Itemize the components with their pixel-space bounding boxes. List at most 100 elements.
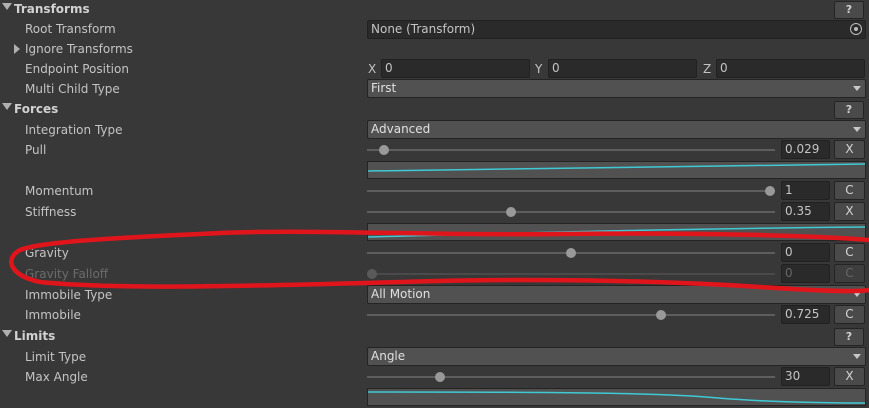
pull-label: Pull	[25, 143, 47, 157]
immobile-row: Immobile 0.725 C	[0, 305, 869, 325]
pull-curve-graph	[368, 163, 865, 172]
multi-child-type-dropdown[interactable]: First	[367, 79, 866, 98]
root-transform-field[interactable]: None (Transform)	[367, 20, 866, 39]
max-angle-slider-thumb[interactable]	[434, 372, 445, 382]
transforms-title: Transforms	[14, 2, 90, 16]
max-angle-curve-field[interactable]	[367, 388, 866, 406]
transforms-help-button[interactable]: ?	[834, 1, 864, 19]
stiffness-slider-track[interactable]	[367, 211, 775, 213]
endpoint-position-label: Endpoint Position	[25, 62, 129, 76]
pull-curve-field[interactable]	[367, 161, 866, 179]
chevron-down-icon	[853, 354, 861, 359]
momentum-value-field[interactable]: 1	[781, 181, 830, 200]
endpoint-z-field[interactable]: 0	[716, 59, 865, 78]
root-transform-label: Root Transform	[25, 22, 116, 36]
chevron-down-icon	[853, 292, 861, 297]
stiffness-curve-field[interactable]	[367, 223, 866, 241]
ignore-transforms-label: Ignore Transforms	[25, 42, 133, 56]
gravity-curve-toggle-button[interactable]: C	[834, 243, 865, 262]
stiffness-value: 0.35	[785, 204, 812, 218]
chevron-down-icon	[853, 127, 861, 132]
immobile-value: 0.725	[785, 307, 820, 321]
integration-type-dropdown[interactable]: Advanced	[367, 120, 866, 139]
y-label: Y	[535, 62, 543, 76]
gravity-row: Gravity 0 C	[0, 243, 869, 263]
max-angle-slider-track[interactable]	[367, 376, 775, 378]
immobile-curve-toggle-button[interactable]: C	[834, 305, 865, 324]
momentum-value: 1	[785, 183, 793, 197]
limit-type-row: Limit Type Angle	[0, 347, 869, 367]
gravity-value: 0	[785, 245, 793, 259]
gravity-falloff-row: Gravity Falloff 0 C	[0, 264, 869, 284]
momentum-label: Momentum	[25, 184, 94, 198]
x-label: X	[368, 62, 377, 76]
pull-slider-thumb[interactable]	[378, 145, 389, 155]
multi-child-type-value: First	[371, 81, 397, 95]
endpoint-z-value: 0	[720, 61, 728, 75]
momentum-slider-track[interactable]	[367, 190, 775, 192]
root-transform-row: Root Transform None (Transform)	[0, 19, 869, 39]
foldout-expanded-icon[interactable]	[2, 330, 12, 337]
endpoint-x-field[interactable]: 0	[381, 59, 530, 78]
forces-help-button[interactable]: ?	[834, 101, 864, 119]
pull-value: 0.029	[785, 142, 820, 156]
forces-title: Forces	[14, 102, 59, 116]
gravity-falloff-value: 0	[785, 266, 793, 280]
foldout-expanded-icon[interactable]	[2, 3, 12, 10]
stiffness-value-field[interactable]: 0.35	[781, 202, 830, 221]
endpoint-y-field[interactable]: 0	[548, 59, 697, 78]
foldout-expanded-icon[interactable]	[2, 103, 12, 110]
object-picker-icon[interactable]	[850, 23, 862, 35]
endpoint-y-value: 0	[552, 61, 560, 75]
gravity-falloff-slider-track	[367, 273, 775, 275]
transforms-header[interactable]: Transforms ?	[0, 0, 869, 20]
stiffness-curve-toggle-button[interactable]: X	[834, 202, 865, 221]
pull-slider-track[interactable]	[367, 149, 775, 151]
integration-type-label: Integration Type	[25, 123, 123, 137]
limits-help-button[interactable]: ?	[834, 328, 864, 346]
immobile-slider-thumb[interactable]	[655, 310, 666, 320]
momentum-slider-thumb[interactable]	[765, 186, 775, 196]
root-transform-value: None (Transform)	[371, 22, 476, 36]
immobile-label: Immobile	[25, 308, 81, 322]
limit-type-value: Angle	[371, 349, 406, 363]
gravity-value-field[interactable]: 0	[781, 243, 830, 262]
limit-type-dropdown[interactable]: Angle	[367, 347, 866, 366]
pull-curve-toggle-button[interactable]: X	[834, 140, 865, 159]
stiffness-curve-graph	[368, 226, 865, 238]
immobile-type-value: All Motion	[371, 287, 431, 301]
limits-title: Limits	[14, 329, 56, 343]
gravity-falloff-curve-toggle-button: C	[834, 264, 865, 283]
pull-row: Pull 0.029 X	[0, 140, 869, 160]
pull-value-field[interactable]: 0.029	[781, 140, 830, 159]
immobile-type-label: Immobile Type	[25, 288, 113, 302]
gravity-label: Gravity	[25, 246, 69, 260]
max-angle-value-field[interactable]: 30	[781, 367, 830, 386]
immobile-value-field[interactable]: 0.725	[781, 305, 830, 324]
stiffness-slider-thumb[interactable]	[506, 207, 517, 217]
forces-header[interactable]: Forces ?	[0, 100, 869, 120]
integration-type-value: Advanced	[371, 122, 431, 136]
integration-type-row: Integration Type Advanced	[0, 120, 869, 140]
limit-type-label: Limit Type	[25, 350, 87, 364]
max-angle-row: Max Angle 30 X	[0, 367, 869, 387]
foldout-collapsed-icon[interactable]	[14, 44, 20, 54]
stiffness-label: Stiffness	[25, 205, 77, 219]
momentum-curve-toggle-button[interactable]: C	[834, 181, 865, 200]
immobile-type-dropdown[interactable]: All Motion	[367, 285, 866, 304]
max-angle-curve-toggle-button[interactable]: X	[834, 367, 865, 386]
stiffness-row: Stiffness 0.35 X	[0, 202, 869, 222]
limits-header[interactable]: Limits ?	[0, 327, 869, 347]
immobile-slider-track[interactable]	[367, 314, 775, 316]
max-angle-label: Max Angle	[25, 370, 88, 384]
multi-child-type-row: Multi Child Type First	[0, 79, 869, 99]
chevron-down-icon	[853, 86, 861, 91]
gravity-falloff-label: Gravity Falloff	[25, 267, 109, 281]
endpoint-position-row: Endpoint Position X 0 Y 0 Z 0	[0, 59, 869, 79]
immobile-type-row: Immobile Type All Motion	[0, 285, 869, 305]
gravity-falloff-value-field: 0	[781, 264, 830, 283]
ignore-transforms-row[interactable]: Ignore Transforms	[0, 39, 869, 59]
endpoint-x-value: 0	[385, 61, 393, 75]
gravity-slider-thumb[interactable]	[566, 248, 576, 258]
multi-child-type-label: Multi Child Type	[25, 82, 120, 96]
